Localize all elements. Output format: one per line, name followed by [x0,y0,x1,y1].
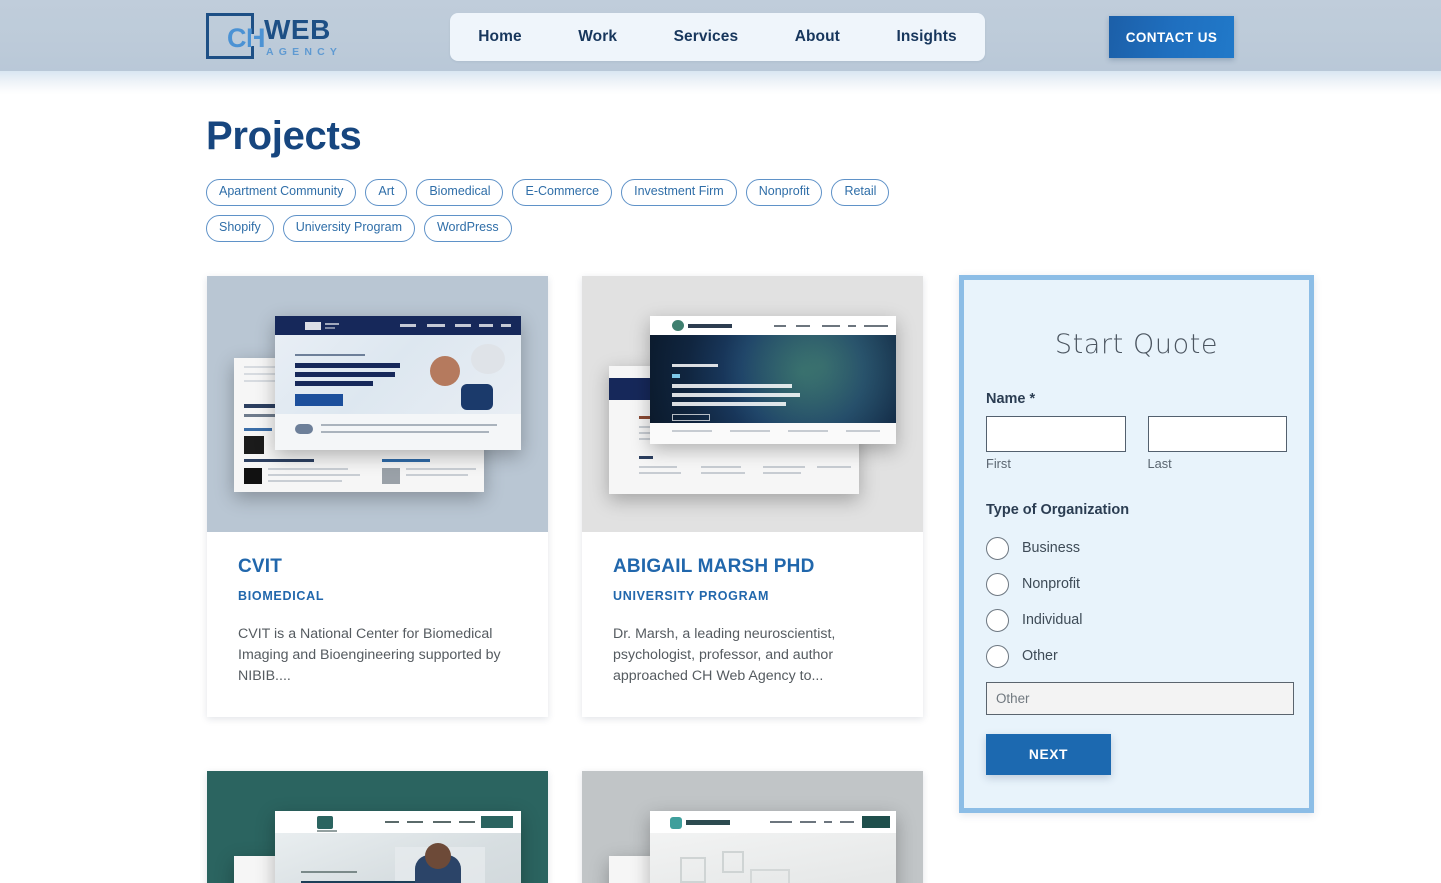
filter-pill-shopify[interactable]: Shopify [206,214,274,242]
primary-nav: Home Work Services About Insights [450,13,985,61]
filter-pill-e-commerce[interactable]: E-Commerce [512,179,613,206]
filter-pill-investment-firm[interactable]: Investment Firm [621,179,737,206]
radio-label: Other [1022,648,1058,664]
project-thumbnail-disability-community [207,771,548,883]
mock-window-front [650,316,896,444]
mock-window-front [650,811,896,883]
radio-label: Nonprofit [1022,576,1081,592]
filter-pill-biomedical[interactable]: Biomedical [416,179,504,206]
nav-item-about[interactable]: About [785,22,850,52]
page-content: Projects Apartment Community Art Biomedi… [0,71,1441,883]
project-thumbnail-abigail-marsh [582,276,923,532]
filter-pill-nonprofit[interactable]: Nonprofit [745,179,823,206]
site-header: CH WEB AGENCY Home Work Services About I… [0,0,1441,71]
project-category: UNIVERSITY PROGRAM [613,588,770,603]
project-card-body: CVIT BIOMEDICAL CVIT is a National Cente… [207,532,548,717]
radio-circle-icon[interactable] [986,644,1009,668]
org-type-label: Type of Organization [986,502,1130,518]
project-category: BIOMEDICAL [238,588,325,603]
mock-window-front [275,316,521,450]
filter-pill-art[interactable]: Art [365,179,408,206]
project-description: Dr. Marsh, a leading neuroscientist, psy… [613,625,836,685]
radio-label: Individual [1022,612,1083,628]
project-title: CVIT [238,556,283,577]
last-name-input[interactable] [1147,416,1287,452]
project-card-abigail-marsh-phd[interactable]: ABIGAIL MARSH PHD UNIVERSITY PROGRAM Dr.… [582,276,923,718]
radio-option-business[interactable]: Business [986,530,1287,566]
project-card-cvit[interactable]: CVIT BIOMEDICAL CVIT is a National Cente… [207,276,548,718]
next-button[interactable]: NEXT [986,734,1111,775]
project-title: ABIGAIL MARSH PHD [613,556,815,577]
radio-label: Business [1022,540,1081,556]
first-name-input[interactable] [986,416,1126,452]
mock-window-front [275,811,521,883]
header-gradient-fade [0,71,1441,95]
org-type-radio-group: Business Nonprofit Individual Other [986,530,1287,674]
nav-item-insights[interactable]: Insights [886,22,966,52]
logo-mark-text: CH [227,23,266,53]
logo-square-icon: CH [206,13,266,59]
project-thumbnail-tru-row [582,771,923,883]
nav-item-work[interactable]: Work [568,22,627,52]
contact-us-button[interactable]: CONTACT US [1109,16,1234,58]
project-card-disability-community[interactable] [207,771,548,883]
filter-pill-university-program[interactable]: University Program [282,214,415,242]
site-logo[interactable]: CH WEB AGENCY [206,13,342,59]
last-name-sublabel: Last [1147,456,1172,471]
nav-item-services[interactable]: Services [664,22,749,52]
start-quote-panel: Start Quote Name * First Last Type of Or… [959,275,1314,813]
project-description: CVIT is a National Center for Biomedical… [238,625,501,685]
radio-option-other[interactable]: Other [986,638,1287,674]
filter-pill-apartment-community[interactable]: Apartment Community [206,179,357,206]
quote-panel-title: Start Quote [1054,329,1219,360]
radio-option-nonprofit[interactable]: Nonprofit [986,566,1287,602]
logo-word-text: WEB [264,14,331,46]
first-name-sublabel: First [986,456,1011,471]
radio-option-individual[interactable]: Individual [986,602,1287,638]
name-field-label: Name * [986,391,1036,407]
other-organization-input[interactable] [986,682,1294,715]
page-title: Projects [206,114,362,158]
project-card-body: ABIGAIL MARSH PHD UNIVERSITY PROGRAM Dr.… [582,532,923,717]
name-field-row: First Last [986,416,1287,471]
filter-pill-retail[interactable]: Retail [831,179,890,206]
filter-pill-wordpress[interactable]: WordPress [423,214,512,242]
nav-item-home[interactable]: Home [468,22,531,52]
radio-circle-icon[interactable] [986,608,1009,632]
radio-circle-icon[interactable] [986,572,1009,596]
project-card-tru-row[interactable] [582,771,923,883]
radio-circle-icon[interactable] [986,536,1009,560]
logo-sub-text: AGENCY [266,46,343,59]
project-thumbnail-cvit [207,276,548,532]
filter-pill-list: Apartment Community Art Biomedical E-Com… [206,179,906,242]
